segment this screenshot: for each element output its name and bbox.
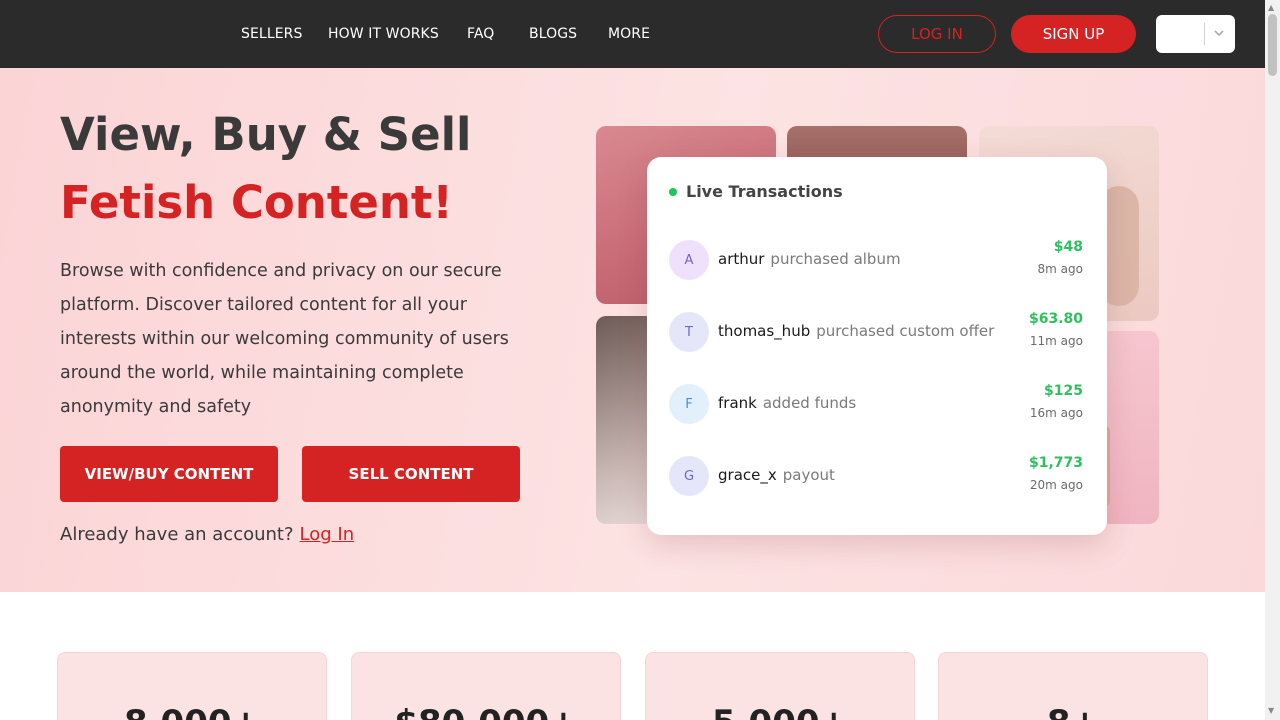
nav-link-more[interactable]: MORE [608,26,650,42]
transaction-row: F frank added funds $125 16m ago [669,383,1085,425]
stat-card: 5,000+ [645,652,915,720]
scroll-up-icon[interactable]: ▲ [1268,3,1274,12]
chevron-down-icon [1214,30,1224,37]
view-buy-content-button[interactable]: VIEW/BUY CONTENT [60,446,278,502]
transaction-user: arthur [718,250,765,268]
page-scrollbar[interactable] [1265,0,1280,720]
hero-section: View, Buy & Sell Fetish Content! Browse … [0,68,1265,592]
transaction-row: A arthur purchased album $48 8m ago [669,239,1085,281]
live-status-dot-icon [669,187,677,196]
nav-link-faq[interactable]: FAQ [467,26,494,42]
avatar: A [669,240,709,280]
stat-value: 8,000+ [58,703,326,720]
transaction-action: added funds [762,394,857,412]
transaction-amount: $125 [1044,383,1083,399]
hero-title-line2: Fetish Content! [60,176,453,229]
nav-link-sellers[interactable]: SELLERS [241,26,303,42]
transaction-time: 11m ago [1029,334,1083,348]
account-prompt: Already have an account? Log In [60,524,354,545]
stat-card: 8+ [938,652,1208,720]
transaction-amount: $1,773 [1028,455,1083,471]
scroll-down-icon[interactable]: ▼ [1268,706,1274,715]
nav-link-blogs[interactable]: BLOGS [529,26,577,42]
transaction-action: payout [782,466,835,484]
transaction-user: grace_x [718,466,777,484]
transaction-amount: $63.80 [1028,311,1083,327]
live-transactions-header: Live Transactions [669,182,843,201]
transaction-user: frank [718,394,757,412]
stat-card: $80,000+ [351,652,621,720]
transaction-row: T thomas_hub purchased custom offer $63.8… [669,311,1085,353]
transaction-user: thomas_hub [718,322,811,340]
language-select-divider [1204,23,1205,45]
avatar: T [669,312,709,352]
transaction-amount: $48 [1053,239,1083,255]
stat-value: 5,000+ [646,703,914,720]
account-prompt-text: Already have an account? [60,524,294,545]
hero-description: Browse with confidence and privacy on ou… [60,261,509,417]
transaction-time: 16m ago [1029,406,1083,420]
live-transactions-title: Live Transactions [686,182,843,201]
language-select[interactable] [1156,15,1235,53]
live-transactions-card: Live Transactions A arthur purchased albu… [647,157,1107,535]
transaction-action: purchased album [770,250,901,268]
transaction-row: G grace_x payout $1,773 20m ago [669,455,1085,497]
signup-button[interactable]: SIGN UP [1011,15,1136,53]
hero-title-line1: View, Buy & Sell [60,108,472,161]
collage-image-5 [1100,331,1159,524]
transaction-time: 20m ago [1029,478,1083,492]
scrollbar-thumb[interactable] [1268,14,1277,76]
transaction-time: 8m ago [1037,262,1083,276]
login-button[interactable]: LOG IN [878,15,996,53]
nav-link-how-it-works[interactable]: HOW IT WORKS [328,26,439,42]
stat-value: $80,000+ [352,703,620,720]
hero-login-link[interactable]: Log In [300,524,355,545]
transaction-action: purchased custom offer [816,322,995,340]
sell-content-button[interactable]: SELL CONTENT [302,446,520,502]
top-nav: SELLERS HOW IT WORKS FAQ BLOGS MORE LOG … [0,0,1265,68]
stat-card: 8,000+ [57,652,327,720]
avatar: F [669,384,709,424]
stat-value: 8+ [939,703,1207,720]
avatar: G [669,456,709,496]
